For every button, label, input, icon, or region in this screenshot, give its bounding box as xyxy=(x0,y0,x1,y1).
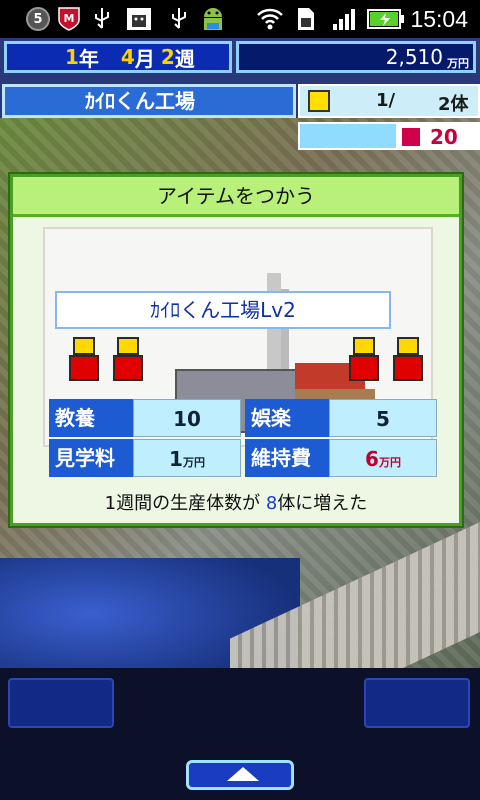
dialog-title: アイテムをつかう xyxy=(13,177,459,217)
stat-label-tour-fee: 見学料 xyxy=(49,439,133,477)
save-count: 20 xyxy=(430,125,458,149)
month-unit: 月 xyxy=(134,46,155,71)
worker-sprite xyxy=(111,337,145,381)
tour-fee-unit: 万円 xyxy=(182,456,205,469)
use-item-dialog[interactable]: アイテムをつかう ｶｲﾛくん工場Lv2 教養 10 娯楽 5 見学料 1万円 維… xyxy=(10,174,462,526)
expand-menu-button[interactable] xyxy=(186,760,294,790)
signal-icon xyxy=(330,5,360,33)
year-number: 1 xyxy=(65,45,79,69)
sim-icon xyxy=(294,5,318,33)
maintenance-unit: 万円 xyxy=(378,456,401,469)
stat-label-entertainment: 娯楽 xyxy=(245,399,329,437)
stat-value-culture: 10 xyxy=(133,399,241,437)
result-message: 1週間の生産体数が 8体に増えた xyxy=(13,489,459,515)
message-highlight: 8 xyxy=(265,493,278,514)
usb-icon xyxy=(88,5,116,33)
save-counter: 20 xyxy=(398,122,480,150)
mcafee-icon: M xyxy=(56,5,82,33)
android-icon xyxy=(198,5,228,33)
maintenance-value: 6 xyxy=(365,447,379,471)
left-soft-button[interactable] xyxy=(8,678,114,728)
notification-badge-icon: 5 xyxy=(26,5,50,33)
progress-bar xyxy=(298,122,398,150)
stat-value-entertainment: 5 xyxy=(329,399,437,437)
svg-text:M: M xyxy=(64,12,75,25)
week-unit: 週 xyxy=(174,46,195,71)
message-prefix: 1週間の生産体数が xyxy=(104,493,266,514)
message-suffix: 体に増えた xyxy=(277,493,368,514)
wifi-icon xyxy=(256,5,284,33)
clock: 15:04 xyxy=(410,6,468,32)
facility-name-bar[interactable]: ｶｲﾛくん工場 xyxy=(2,84,296,118)
worker-count-panel: 1/ 2体 xyxy=(298,84,480,118)
stat-value-tour-fee: 1万円 xyxy=(133,439,241,477)
facility-level-label: ｶｲﾛくん工場Lv2 xyxy=(55,291,391,329)
right-soft-button[interactable] xyxy=(364,678,470,728)
worker-sprite xyxy=(67,337,101,381)
month-number: 4 xyxy=(120,45,135,69)
worker-sprite xyxy=(347,337,381,381)
money-display: 2,510 万円 xyxy=(236,41,476,73)
money-unit: 万円 xyxy=(447,57,469,70)
worker-face-icon xyxy=(308,90,330,112)
battery-charging-icon xyxy=(366,5,406,33)
stat-label-maintenance: 維持費 xyxy=(245,439,329,477)
stat-label-culture: 教養 xyxy=(49,399,133,437)
money-value: 2,510 xyxy=(385,45,443,69)
worker-sprite xyxy=(391,337,425,381)
status-bar: 5 M 15:04 xyxy=(0,0,480,38)
year-unit: 年 xyxy=(78,46,99,71)
week-number: 2 xyxy=(160,45,175,69)
usb-icon xyxy=(166,5,192,33)
tour-fee-value: 1 xyxy=(169,447,183,471)
arrow-up-icon xyxy=(227,767,259,781)
stats-table: 教養 10 娯楽 5 見学料 1万円 維持費 6万円 xyxy=(49,399,437,477)
date-display: 1 年 4 月 2 週 xyxy=(4,41,232,73)
notification-count: 5 xyxy=(26,7,50,31)
bottom-panel xyxy=(0,668,480,800)
stat-value-maintenance: 6万円 xyxy=(329,439,437,477)
android-debug-icon xyxy=(124,5,154,33)
save-disk-icon xyxy=(402,128,420,146)
worker-count-current: 1/ xyxy=(376,90,396,111)
worker-count-total: 2体 xyxy=(438,94,469,115)
